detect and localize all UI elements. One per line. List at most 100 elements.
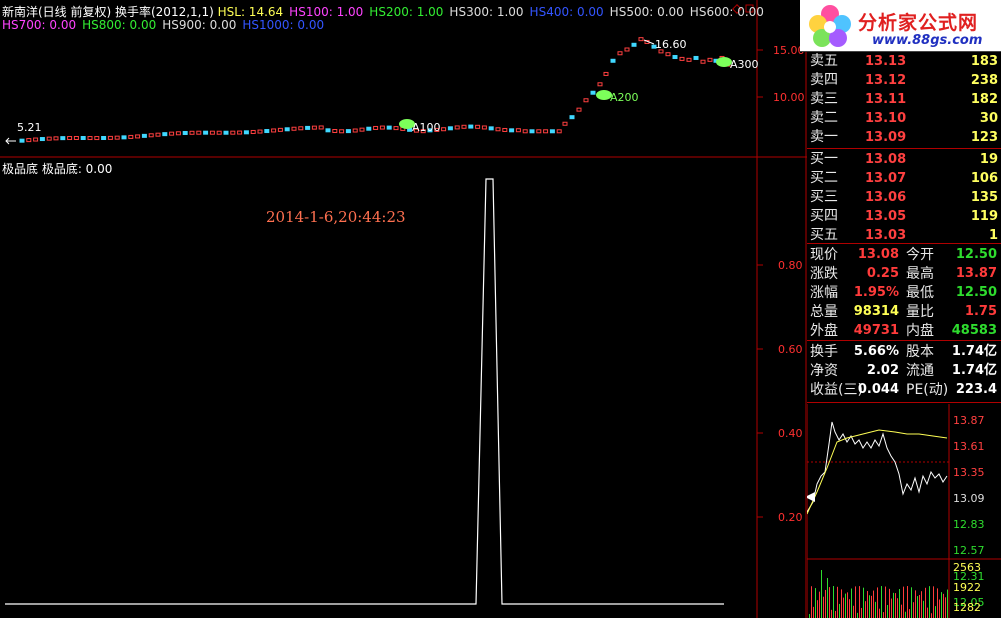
candle — [128, 134, 134, 139]
volume-bar — [849, 599, 850, 618]
intraday-price-label: 13.87 — [953, 414, 985, 427]
candle — [488, 126, 494, 131]
order-book-row: 卖五 13.13 183 — [807, 52, 1001, 71]
volume-bar — [935, 606, 936, 618]
main-chart-area[interactable]: 新南洋(日线 前复权) 换手率(2012,1,1) HSL: 14.64 HS10… — [0, 0, 807, 618]
hs-value: HS600: 0.00 — [689, 5, 764, 19]
logo-url: www.88gs.com — [872, 33, 983, 48]
quote-in: 内盘 48583 — [906, 323, 997, 339]
candle — [33, 137, 39, 142]
quote-low: 最低 12.50 — [906, 285, 997, 301]
candle — [73, 135, 79, 140]
volume-bar — [913, 602, 914, 618]
candle — [26, 138, 32, 143]
quote-high: 最高 13.87 — [906, 266, 997, 282]
volume-bar — [917, 596, 918, 618]
divider — [807, 243, 1001, 244]
candle — [686, 57, 692, 62]
timestamp: 2014-1-6,20:44:23 — [266, 208, 406, 226]
hs-value: HSL: 14.64 — [217, 5, 284, 19]
candle — [216, 130, 222, 135]
candle — [352, 128, 358, 133]
volume-bar — [813, 606, 814, 618]
candle — [60, 136, 66, 141]
candle — [277, 127, 283, 132]
level-price: 13.13 — [865, 54, 907, 69]
candle — [597, 82, 603, 87]
candle — [576, 107, 582, 112]
candle — [617, 51, 623, 56]
level-price: 13.05 — [865, 209, 907, 224]
candle — [271, 128, 277, 133]
volume-bar — [831, 609, 832, 618]
volume-bar — [825, 589, 826, 618]
site-logo[interactable]: 分析家公式网 www.88gs.com — [800, 0, 1001, 52]
level-label: 卖五 — [810, 53, 838, 69]
candle — [590, 90, 596, 95]
level-volume: 182 — [970, 92, 998, 107]
candle — [461, 124, 467, 129]
level-volume: 119 — [970, 209, 998, 224]
volume-bar — [939, 599, 940, 618]
candle — [209, 130, 215, 135]
order-book-row: 卖一 13.09 123 — [807, 128, 1001, 147]
hs-value: HS300: 1.00 — [449, 5, 524, 19]
hs-value: HS900: 0.00 — [162, 18, 237, 32]
candle — [162, 132, 168, 137]
level-price: 13.10 — [865, 111, 907, 126]
candle — [325, 128, 331, 133]
candle — [379, 125, 385, 130]
candle — [549, 129, 555, 134]
level-volume: 123 — [970, 130, 998, 145]
candle — [603, 71, 609, 76]
candle — [196, 130, 202, 135]
level-volume: 238 — [970, 73, 998, 88]
candle — [454, 125, 460, 130]
order-book-row: 卖二 13.10 30 — [807, 109, 1001, 128]
volume-bar — [905, 611, 906, 618]
candle — [529, 129, 535, 134]
volume-bar — [847, 592, 848, 618]
volume-bar — [845, 593, 846, 618]
level-price: 13.12 — [865, 73, 907, 88]
intraday-chart[interactable]: 13.87 13.61 13.35 13.09 12.83 12.57 12.31 12.05… — [807, 404, 1001, 618]
candle — [182, 130, 188, 135]
candle — [522, 129, 528, 134]
level-label: 卖二 — [810, 110, 838, 126]
candle — [135, 134, 141, 139]
candle — [665, 52, 671, 57]
candle — [447, 126, 453, 131]
candle — [631, 42, 637, 47]
candle — [94, 136, 100, 141]
volume-bar — [851, 588, 852, 618]
level-price: 13.08 — [865, 152, 907, 167]
candle — [543, 129, 549, 134]
volume-bar — [877, 587, 878, 618]
order-book-row: 买三 13.06 135 — [807, 188, 1001, 207]
candle — [475, 124, 481, 129]
volume-bar — [815, 588, 816, 618]
volume-bar — [857, 612, 858, 618]
volume-bar — [887, 605, 888, 618]
volume-bar — [889, 588, 890, 618]
indicator-title: 极品底 极品底: 0.00 — [2, 162, 113, 176]
volume-bar — [919, 594, 920, 618]
level-label: 卖三 — [810, 91, 838, 107]
candle — [562, 121, 568, 126]
volume-bar — [929, 586, 930, 618]
hs-values-line1: HSL: 14.64 HS100: 1.00 HS200: 1.00 HS300: 1… — [218, 5, 770, 19]
level-volume: 183 — [970, 54, 998, 69]
volume-bar — [909, 609, 910, 618]
candle — [80, 136, 86, 141]
candle — [87, 136, 93, 141]
hs-value: HS500: 0.00 — [609, 5, 684, 19]
kline-svg[interactable] — [0, 0, 807, 618]
level-volume: 19 — [979, 152, 998, 167]
intraday-volume — [809, 570, 948, 618]
candle — [441, 127, 447, 132]
candle — [155, 132, 161, 137]
candle — [386, 125, 392, 130]
level-label: 买一 — [810, 151, 838, 167]
volume-bar — [881, 586, 882, 618]
candle — [107, 135, 113, 140]
